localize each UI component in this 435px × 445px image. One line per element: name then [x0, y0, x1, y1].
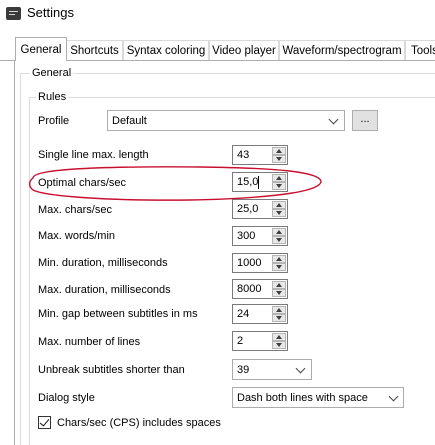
decrement-icon[interactable] [272, 236, 286, 244]
single-line-max-length-value: 43 [237, 149, 250, 161]
increment-icon[interactable] [272, 147, 286, 155]
max-words-min-label: Max. words/min [38, 230, 116, 242]
increment-icon[interactable] [272, 228, 286, 236]
title-bar: Settings [0, 0, 435, 30]
max-number-of-lines-stepper[interactable]: 2 [232, 331, 288, 351]
min-duration-label: Min. duration, milliseconds [38, 257, 168, 269]
stepper-arrows [272, 228, 286, 244]
window-title: Settings [27, 5, 74, 20]
chevron-down-icon [295, 363, 306, 374]
tab-waveform-spectrogram[interactable]: Waveform/spectrogram [279, 40, 405, 60]
increment-icon[interactable] [272, 306, 286, 314]
max-chars-sec-label: Max. chars/sec [38, 204, 112, 216]
tab-video-player[interactable]: Video player [209, 40, 279, 60]
dialog-style-value: Dash both lines with space [237, 392, 368, 404]
cps-includes-spaces-checkbox[interactable] [38, 416, 51, 429]
stepper-arrows [272, 147, 286, 163]
decrement-icon[interactable] [272, 289, 286, 297]
profile-more-button[interactable]: ... [352, 110, 378, 131]
stepper-arrows [272, 174, 286, 190]
min-duration-value: 1000 [237, 257, 262, 269]
profile-label: Profile [38, 115, 70, 127]
min-gap-value: 24 [237, 308, 250, 320]
tab-shortcuts[interactable]: Shortcuts [66, 40, 123, 60]
stepper-arrows [272, 255, 286, 271]
decrement-icon[interactable] [272, 263, 286, 271]
increment-icon[interactable] [272, 255, 286, 263]
max-number-of-lines-label: Max. number of lines [38, 336, 141, 348]
cps-includes-spaces-label[interactable]: Chars/sec (CPS) includes spaces [57, 417, 221, 429]
max-chars-sec-stepper[interactable]: 25,0 [232, 199, 288, 219]
min-gap-label: Min. gap between subtitles in ms [38, 308, 198, 320]
profile-dropdown[interactable]: Default [107, 110, 345, 131]
max-duration-stepper[interactable]: 8000 [232, 279, 288, 299]
single-line-max-length-label: Single line max. length [38, 149, 149, 161]
general-group-label: General [30, 67, 74, 79]
rules-group-label: Rules [36, 91, 69, 103]
optimal-chars-sec-label: Optimal chars/sec [38, 177, 127, 189]
max-words-min-value: 300 [237, 230, 256, 242]
max-chars-sec-value: 25,0 [237, 203, 259, 215]
tab-general[interactable]: General [15, 37, 67, 61]
min-gap-stepper[interactable]: 24 [232, 304, 288, 324]
profile-value: Default [112, 115, 147, 127]
max-duration-label: Max. duration, milliseconds [38, 284, 171, 296]
increment-icon[interactable] [272, 333, 286, 341]
tab-tools[interactable]: Tools [405, 40, 435, 60]
min-duration-stepper[interactable]: 1000 [232, 253, 288, 273]
app-icon [6, 7, 21, 20]
optimal-chars-sec-stepper[interactable]: 15,0 [232, 172, 288, 192]
unbreak-label: Unbreak subtitles shorter than [38, 364, 185, 376]
decrement-icon[interactable] [272, 314, 286, 322]
tab-syntax-coloring[interactable]: Syntax coloring [123, 40, 209, 60]
chevron-down-icon [328, 114, 339, 125]
decrement-icon[interactable] [272, 155, 286, 163]
dialog-style-label: Dialog style [38, 392, 95, 404]
dialog-style-dropdown[interactable]: Dash both lines with space [232, 387, 404, 408]
stepper-arrows [272, 201, 286, 217]
single-line-max-length-stepper[interactable]: 43 [232, 145, 288, 165]
increment-icon[interactable] [272, 201, 286, 209]
stepper-arrows [272, 333, 286, 349]
chevron-down-icon [388, 391, 399, 402]
text-cursor [258, 176, 259, 189]
tab-strip: General Shortcuts Syntax coloring Video … [0, 36, 435, 61]
decrement-icon[interactable] [272, 182, 286, 190]
stepper-arrows [272, 306, 286, 322]
increment-icon[interactable] [272, 281, 286, 289]
decrement-icon[interactable] [272, 341, 286, 349]
max-duration-value: 8000 [237, 283, 262, 295]
unbreak-dropdown[interactable]: 39 [232, 359, 312, 380]
stepper-arrows [272, 281, 286, 297]
max-number-of-lines-value: 2 [237, 335, 244, 347]
increment-icon[interactable] [272, 174, 286, 182]
decrement-icon[interactable] [272, 209, 286, 217]
max-words-min-stepper[interactable]: 300 [232, 226, 288, 246]
optimal-chars-sec-value: 15,0 [237, 176, 259, 188]
unbreak-value: 39 [237, 364, 250, 376]
